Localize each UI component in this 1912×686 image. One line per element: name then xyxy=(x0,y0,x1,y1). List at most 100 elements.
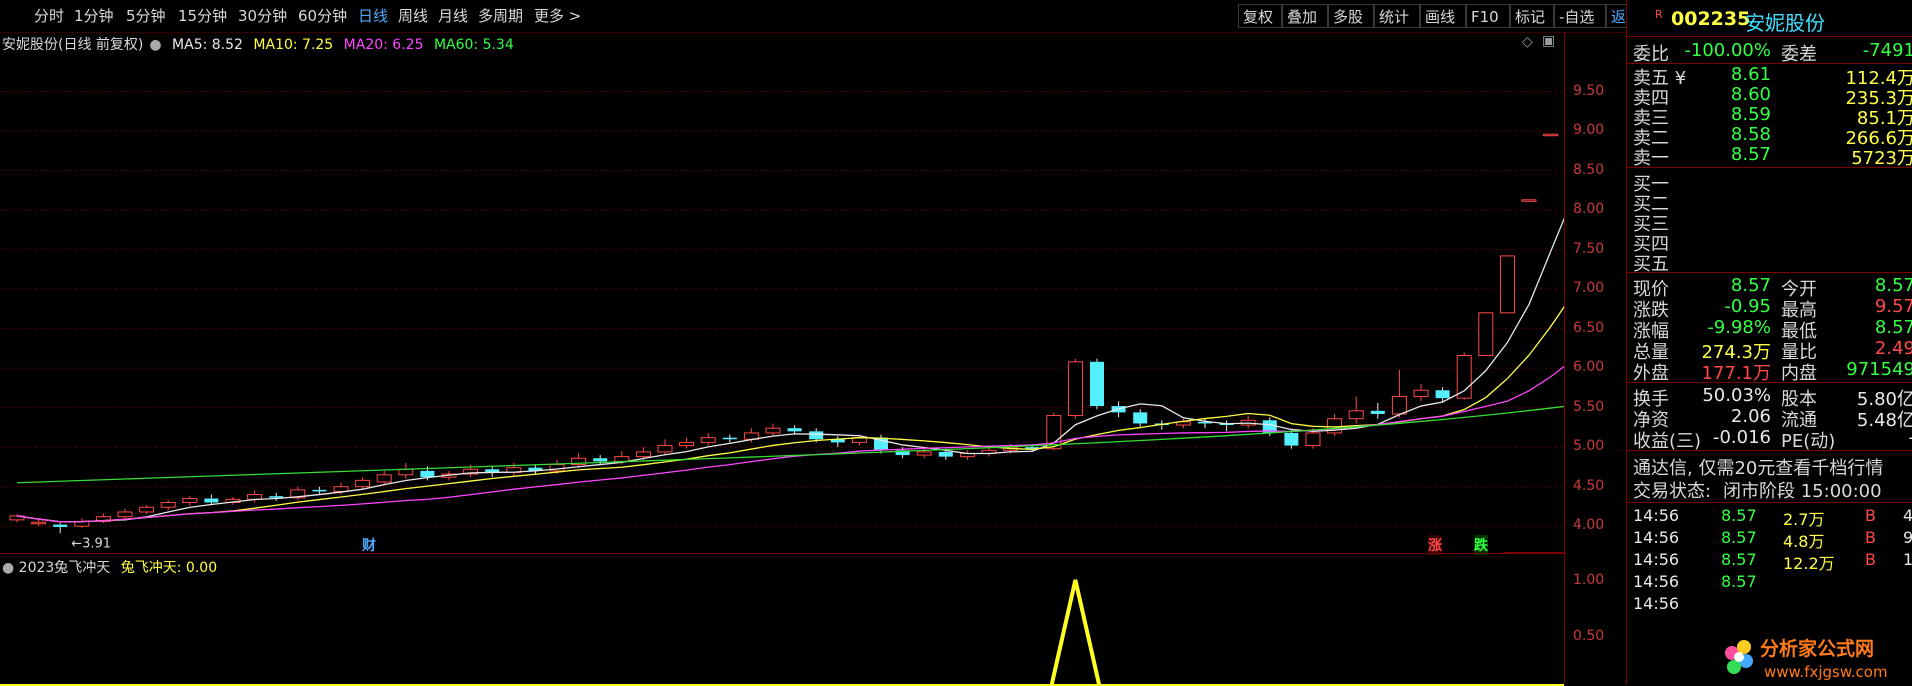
tick-row: 14:568.57 xyxy=(1633,572,1912,594)
candle xyxy=(982,447,996,456)
promo-row: 通达信, 仅需20元查看千档行情 xyxy=(1633,454,1912,478)
tool-button-6[interactable]: 标记 xyxy=(1510,4,1554,28)
candle-body xyxy=(140,507,154,512)
tick-vol: 2.7万 xyxy=(1783,506,1824,530)
tick-time: 14:56 xyxy=(1633,594,1679,613)
quote-value: 9.57 xyxy=(1875,296,1912,317)
price-tick-label: 6.50 xyxy=(1573,320,1604,336)
period-tab-0[interactable]: 分时 xyxy=(34,4,64,28)
candle-body xyxy=(766,428,780,433)
candle xyxy=(140,505,154,514)
candlestick-chart[interactable]: ←9.87←3.91 xyxy=(0,32,1564,553)
tick-side: B xyxy=(1865,550,1876,569)
candle xyxy=(485,466,499,477)
indicator-chart[interactable] xyxy=(0,553,1564,686)
sell-price: 8.57 xyxy=(1731,144,1771,165)
tool-button-3[interactable]: 统计 xyxy=(1374,4,1420,28)
period-tab-3[interactable]: 15分钟 xyxy=(178,4,227,28)
period-tab-5[interactable]: 60分钟 xyxy=(298,4,347,28)
stock-code: 002235 xyxy=(1671,8,1750,30)
candle-body xyxy=(1479,313,1493,356)
webi-row: 委比-100.00%委差-7491 xyxy=(1633,40,1912,64)
candle-body xyxy=(1371,411,1385,414)
watermark-url: www.fxjgsw.com xyxy=(1764,663,1888,681)
candle-body xyxy=(1068,362,1082,416)
period-tab-6[interactable]: 日线 xyxy=(358,4,388,28)
candle-body xyxy=(420,471,434,477)
candle xyxy=(1090,359,1104,410)
webi-value: -100.00% xyxy=(1684,40,1771,61)
tool-button-2[interactable]: 多股 xyxy=(1328,4,1374,28)
period-tab-1[interactable]: 1分钟 xyxy=(74,4,114,28)
tool-button-5[interactable]: F10 xyxy=(1466,4,1510,28)
status-row: 交易状态:闭市阶段 15:00:00 xyxy=(1633,477,1912,501)
candle-body xyxy=(248,495,262,500)
candle xyxy=(1133,409,1147,426)
candle-body xyxy=(593,458,607,461)
tick-time: 14:56 xyxy=(1633,528,1679,547)
tick-vol: 12.2万 xyxy=(1783,550,1835,574)
candle-body xyxy=(1349,411,1363,419)
stat-value: - xyxy=(1909,427,1912,448)
candle-body xyxy=(658,446,672,452)
price-tick-label: 9.50 xyxy=(1573,83,1604,99)
candle xyxy=(1457,352,1471,399)
sell-price: 8.58 xyxy=(1731,124,1771,145)
candle xyxy=(75,518,89,527)
stat-value: -0.016 xyxy=(1713,427,1771,448)
candle xyxy=(161,500,175,510)
candle xyxy=(960,450,974,459)
tool-button-4[interactable]: 画线 xyxy=(1420,4,1466,28)
quote-value: -0.95 xyxy=(1724,296,1771,317)
candle-body xyxy=(161,502,175,507)
candle xyxy=(723,435,737,443)
candle-body xyxy=(1133,412,1147,423)
candle xyxy=(1220,420,1234,431)
tick-price: 8.57 xyxy=(1721,572,1757,591)
ma10-line xyxy=(17,270,1564,522)
stat-value: 50.03% xyxy=(1702,385,1771,406)
candle xyxy=(1522,200,1536,202)
candle xyxy=(96,514,110,523)
price-tick-label: 4.00 xyxy=(1573,517,1604,533)
tick-price: 8.57 xyxy=(1721,528,1757,547)
candle xyxy=(528,465,542,474)
sell-price: 8.60 xyxy=(1731,84,1771,105)
period-tab-8[interactable]: 月线 xyxy=(438,4,468,28)
period-tab-9[interactable]: 多周期 xyxy=(478,4,523,28)
candle-body xyxy=(334,487,348,492)
candle xyxy=(32,520,46,526)
period-tab-10[interactable]: 更多 > xyxy=(534,4,581,28)
tick-side: B xyxy=(1865,506,1876,525)
tick-row: 14:56 xyxy=(1633,594,1912,616)
price-tick-label: 7.50 xyxy=(1573,241,1604,257)
period-tab-4[interactable]: 30分钟 xyxy=(238,4,287,28)
buy-row: 买五 xyxy=(1633,250,1912,274)
candle xyxy=(572,453,586,467)
quote-value: 8.57 xyxy=(1875,275,1912,296)
candle xyxy=(118,509,132,518)
period-tab-7[interactable]: 周线 xyxy=(398,4,428,28)
candle-body xyxy=(1306,433,1320,446)
candle xyxy=(766,423,780,436)
candle xyxy=(658,439,672,455)
candle xyxy=(10,514,24,522)
candle-body xyxy=(1457,355,1471,398)
candle-body xyxy=(1522,200,1536,202)
candle-body xyxy=(1414,390,1428,396)
quote-value: 8.57 xyxy=(1731,275,1771,296)
tool-button-1[interactable]: 叠加 xyxy=(1282,4,1328,28)
candle-body xyxy=(183,499,197,503)
candle xyxy=(831,436,845,447)
tick-vol: 4.8万 xyxy=(1783,528,1824,552)
candle xyxy=(291,487,305,500)
tick-row: 14:568.5712.2万B1( xyxy=(1633,550,1912,572)
price-tick-label: 5.00 xyxy=(1573,438,1604,454)
candle xyxy=(1328,414,1342,436)
candle xyxy=(399,463,413,479)
tool-button-0[interactable]: 复权 xyxy=(1238,4,1282,28)
indicator-tick-label: 0.50 xyxy=(1573,628,1604,644)
candle-body xyxy=(939,452,953,457)
tool-button-7[interactable]: -自选 xyxy=(1554,4,1606,28)
period-tab-2[interactable]: 5分钟 xyxy=(126,4,166,28)
